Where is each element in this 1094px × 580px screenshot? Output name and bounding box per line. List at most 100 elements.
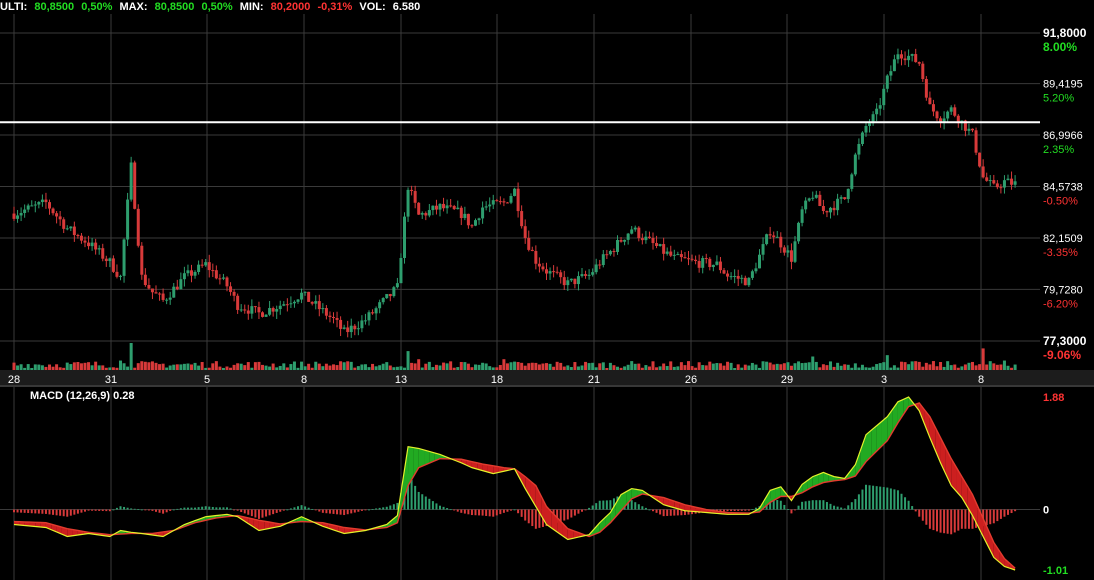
volume-bar [513, 361, 517, 370]
macd-histogram-bar [733, 509, 736, 512]
volume-bar [591, 362, 595, 370]
macd-histogram-bar [147, 509, 150, 511]
candle-body [910, 54, 914, 56]
macd-histogram-bar [346, 509, 349, 515]
macd-fill-segment [418, 448, 425, 468]
candle-body [1002, 180, 1006, 188]
volume-bar [417, 359, 421, 370]
macd-histogram-bar [847, 505, 850, 510]
volume-bar [931, 361, 935, 370]
volume-bar [995, 364, 999, 370]
volume-bar [449, 361, 453, 370]
macd-histogram-bar [744, 509, 747, 511]
candle-body [30, 205, 34, 207]
candle-body [974, 130, 978, 153]
macd-histogram-bar [208, 506, 211, 510]
candle-body [853, 154, 857, 175]
volume-bar [23, 367, 27, 370]
candle-body [626, 233, 630, 240]
macd-histogram-bar [730, 509, 733, 512]
macd-histogram-bar [637, 504, 640, 510]
macd-histogram-bar [48, 509, 51, 515]
candle-body [679, 254, 683, 258]
macd-histogram-bar [169, 509, 172, 511]
volume-bar [424, 363, 428, 370]
macd-histogram-bar [307, 507, 310, 510]
macd-fill-segment [258, 520, 265, 531]
volume-bar [395, 366, 399, 370]
candle-body [637, 227, 641, 239]
percent-tick-label: -9.06% [1043, 348, 1081, 362]
candle-body [271, 308, 275, 312]
candle-body [495, 200, 499, 202]
candle-body [150, 288, 154, 293]
volume-bar [601, 362, 605, 370]
price-candles[interactable] [12, 48, 1017, 338]
macd-histogram-bar [921, 509, 924, 521]
macd-histogram-bar [985, 509, 988, 526]
macd-histogram-bar [126, 507, 129, 510]
macd-histogram-bar [456, 509, 459, 512]
volume-bar [999, 364, 1003, 370]
macd-grid [0, 385, 1094, 580]
volume-bar [335, 365, 339, 370]
macd-histogram-bar [130, 508, 133, 510]
volume-bar [452, 367, 456, 370]
volume-bar [868, 367, 872, 370]
volume-bar [349, 361, 353, 370]
date-tick-label: 26 [685, 374, 697, 386]
macd-histogram-bar [410, 479, 413, 510]
candle-body [115, 271, 119, 277]
candle-body [513, 188, 517, 196]
macd-histogram-bar [588, 507, 591, 510]
volume-bar [94, 361, 98, 370]
macd-histogram-bar [20, 509, 23, 513]
macd-histogram-bar [967, 509, 970, 529]
volume-bar [672, 366, 676, 370]
macd-histogram-bar [1003, 509, 1006, 517]
volume-bar [434, 364, 438, 370]
volume-bar [310, 367, 314, 370]
candle-body [90, 242, 94, 247]
macd-histogram-bar [375, 508, 378, 510]
candle-body [445, 205, 449, 209]
volume-bar [967, 362, 971, 370]
macd-histogram-bar [492, 509, 495, 517]
macd-histogram-bar [332, 509, 335, 514]
volume-bar [339, 361, 343, 370]
candle-body [580, 274, 584, 277]
candle-body [193, 271, 197, 276]
macd-histogram-bar [226, 507, 228, 510]
volume-bar [147, 362, 151, 370]
candle-body [868, 123, 872, 126]
macd-histogram-bar [218, 507, 221, 510]
macd-histogram-bar [510, 509, 512, 511]
volume-bar [729, 362, 733, 370]
candle-body [239, 309, 243, 311]
candle-body [786, 250, 790, 253]
macd-histogram-bar [950, 509, 953, 535]
candle-body [676, 254, 680, 256]
candle-body [690, 258, 694, 260]
volume-bar [690, 366, 694, 370]
candle-body [143, 274, 147, 286]
macd-histogram-bar [98, 509, 101, 511]
macd-histogram-bar [840, 507, 843, 510]
volume-bar [466, 363, 470, 370]
candle-body [907, 55, 911, 61]
macd-histogram-bar [666, 509, 669, 516]
volume-bar [388, 365, 392, 370]
candle-body [971, 128, 974, 131]
volume-bar [750, 362, 754, 370]
volume-bar [211, 363, 215, 370]
candle-body [452, 206, 456, 210]
candle-body [19, 213, 23, 216]
volume-bar [165, 367, 169, 370]
macd-histogram-bar [843, 508, 846, 510]
price-macd-chart[interactable]: 91,8000 89,4195 86,9966 84,5738 82,1509 79,72… [0, 0, 1094, 580]
candle-body [509, 195, 513, 203]
volume-bar [133, 367, 137, 370]
volume-bar [403, 367, 406, 370]
volume-bar [62, 367, 66, 370]
macd-lines[interactable] [13, 396, 1016, 571]
